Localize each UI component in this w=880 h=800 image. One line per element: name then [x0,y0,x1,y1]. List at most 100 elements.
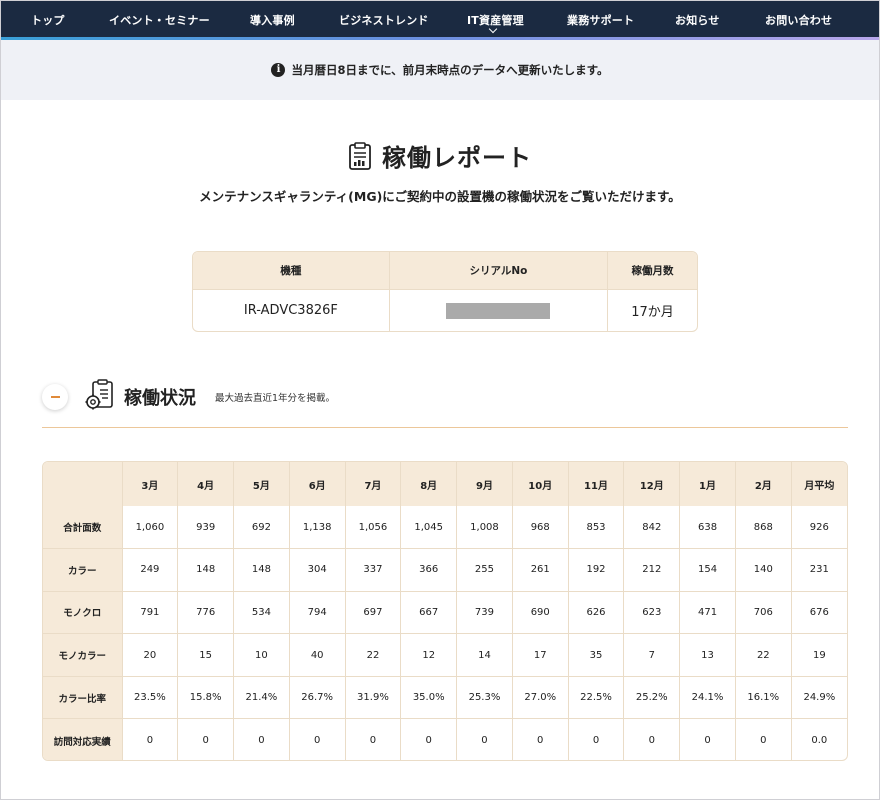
table-cell: 22 [735,633,792,677]
table-cell: 231 [791,548,847,592]
table-cell: 1,060 [122,506,179,550]
table-cell: 15.8% [177,676,235,720]
column-header: 7月 [345,462,402,506]
page-header: 稼働レポート [1,138,879,173]
table-cell: 15 [177,633,235,677]
table-row: 訪問対応実績 0 0 0 0 0 0 0 0 0 0 0 0 0.0 [43,718,847,760]
column-header: 月平均 [791,462,847,506]
machine-header-months: 稼働月数 [607,252,697,290]
table-cell: 0 [345,718,402,760]
row-label: カラー [43,548,123,592]
table-cell: 261 [512,548,569,592]
table-cell: 25.2% [623,676,681,720]
table-cell: 249 [122,548,179,592]
nav-item-cases[interactable]: 導入事例 [250,12,295,28]
table-cell: 690 [512,591,569,635]
collapse-toggle-button[interactable] [42,384,68,410]
table-cell: 20 [122,633,179,677]
table-cell: 25.3% [456,676,513,720]
table-cell: 154 [679,548,736,592]
table-cell: 676 [791,591,847,635]
table-cell: 794 [289,591,346,635]
table-cell: 776 [177,591,235,635]
table-cell: 40 [289,633,346,677]
table-cell: 7 [623,633,681,677]
table-cell: 35 [568,633,625,677]
section-divider [42,427,848,428]
nav-item-news[interactable]: お知らせ [675,12,720,28]
table-cell: 24.1% [679,676,736,720]
table-cell: 739 [456,591,513,635]
nav-item-support[interactable]: 業務サポート [567,12,634,28]
table-cell: 17 [512,633,569,677]
table-cell: 791 [122,591,179,635]
table-cell: 1,045 [400,506,458,550]
table-cell: 626 [568,591,625,635]
nav-item-it-assets[interactable]: IT資産管理 [467,12,524,28]
table-cell: 0 [289,718,346,760]
table-cell: 13 [679,633,736,677]
column-header: 3月 [122,462,179,506]
section-note: 最大過去直近1年分を掲載。 [215,393,336,404]
table-cell: 842 [623,506,681,550]
machine-serial [389,289,609,331]
table-cell: 35.0% [400,676,458,720]
row-label: モノクロ [43,591,123,635]
table-cell: 24.9% [791,676,847,720]
section-title: 稼働状況 [124,388,196,409]
machine-info-table: 機種 シリアルNo 稼働月数 IR-ADVC3826F 17か月 [192,251,698,332]
table-cell: 22.5% [568,676,625,720]
table-cell: 0 [400,718,458,760]
table-cell: 16.1% [735,676,792,720]
nav-item-trends[interactable]: ビジネストレンド [339,12,429,28]
table-cell: 534 [233,591,290,635]
row-label: 合計面数 [43,506,123,550]
notice-text: 当月暦日8日までに、前月末時点のデータへ更新いたします。 [291,63,609,77]
row-label: カラー比率 [43,676,123,720]
clipboard-report-icon [349,141,371,170]
nav-item-events[interactable]: イベント・セミナー [109,12,210,28]
page-title: 稼働レポート [382,144,532,172]
table-cell: 623 [623,591,681,635]
table-cell: 926 [791,506,847,550]
table-cell: 337 [345,548,402,592]
column-header: 4月 [177,462,235,506]
nav-item-top[interactable]: トップ [31,12,65,28]
table-cell: 12 [400,633,458,677]
table-cell: 868 [735,506,792,550]
row-label: 訪問対応実績 [43,718,123,760]
table-cell: 939 [177,506,235,550]
column-header: 6月 [289,462,346,506]
table-cell: 26.7% [289,676,346,720]
table-cell: 0 [568,718,625,760]
page-subtitle: メンテナンスギャランティ(MG)にご契約中の設置機の稼働状況をご覧いただけます。 [199,189,681,204]
table-cell: 667 [400,591,458,635]
nav-item-contact[interactable]: お問い合わせ [765,12,832,28]
table-cell: 212 [623,548,681,592]
table-cell: 968 [512,506,569,550]
table-row: カラー比率 23.5% 15.8% 21.4% 26.7% 31.9% 35.0% 25.3%… [43,676,847,720]
column-header: 2月 [735,462,792,506]
table-cell: 0 [735,718,792,760]
table-cell: 1,056 [345,506,402,550]
table-cell: 0 [456,718,513,760]
table-cell: 0 [512,718,569,760]
table-cell: 692 [233,506,290,550]
table-cell: 1,138 [289,506,346,550]
table-cell: 21.4% [233,676,290,720]
column-header: 1月 [679,462,736,506]
table-cell: 697 [345,591,402,635]
usage-table: 3月 4月 5月 6月 7月 8月 9月 10月 11月 12月 1月 2月 月平均 合計面数 1,060… [42,461,848,761]
table-cell: 1,008 [456,506,513,550]
table-cell: 27.0% [512,676,569,720]
notice-banner: i 当月暦日8日までに、前月末時点のデータへ更新いたします。 [1,40,879,100]
table-cell: 0 [122,718,179,760]
table-cell: 140 [735,548,792,592]
table-row: カラー 249 148 148 304 337 366 255 261 192 212 154 140 2… [43,548,847,592]
table-row: 合計面数 1,060 939 692 1,138 1,056 1,045 1,008 968 85… [43,506,847,550]
column-header: 5月 [233,462,290,506]
table-cell: 0.0 [811,735,828,747]
table-cell: 23.5% [122,676,179,720]
machine-model: IR-ADVC3826F [193,289,390,331]
table-corner [43,462,123,506]
